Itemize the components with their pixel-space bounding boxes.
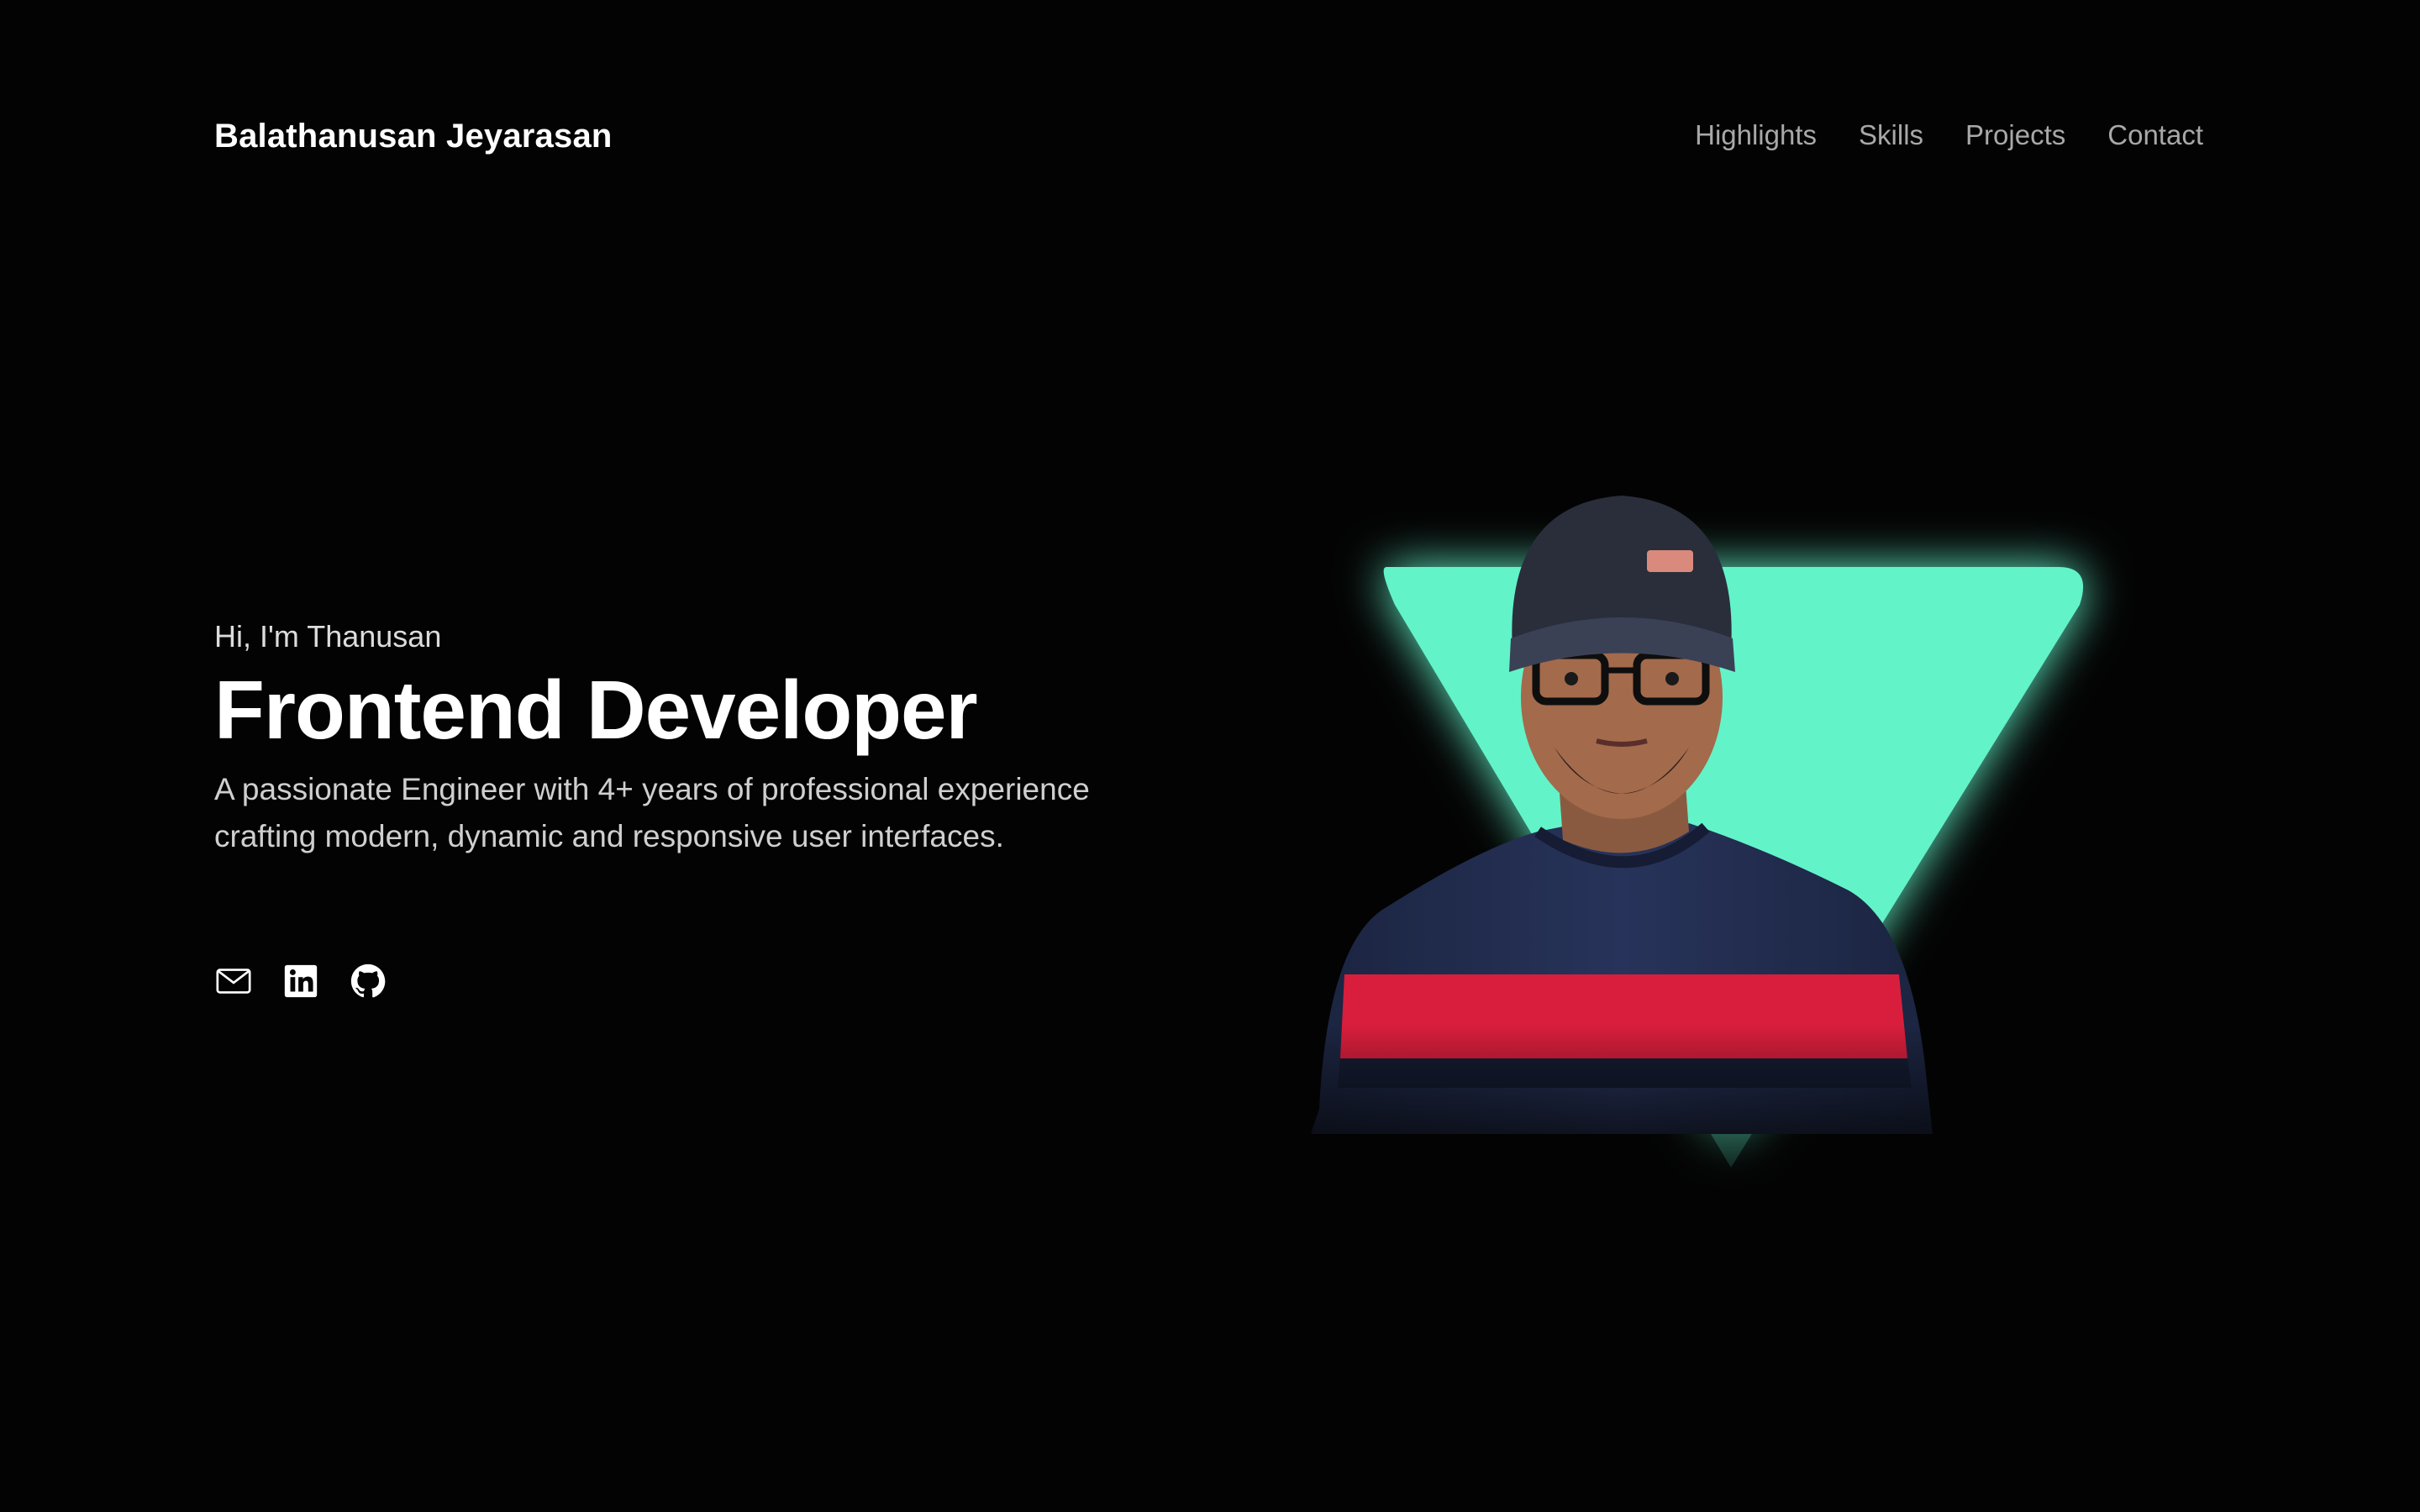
github-icon [350,963,386,998]
email-link[interactable] [214,962,253,1000]
linkedin-link[interactable] [281,962,320,1000]
nav-highlights[interactable]: Highlights [1695,119,1817,151]
hero-title: Frontend Developer [214,664,978,756]
brand-logo[interactable]: Balathanusan Jeyarasan [214,118,613,155]
hero-greeting: Hi, I'm Thanusan [214,619,442,654]
main-nav: Highlights Skills Projects Contact [1695,119,2203,151]
linkedin-icon [284,964,318,998]
nav-projects[interactable]: Projects [1965,119,2065,151]
hero-tagline: A passionate Engineer with 4+ years of p… [214,772,1090,853]
github-link[interactable] [349,962,387,1000]
page: Balathanusan Jeyarasan Highlights Skills… [0,0,2420,1512]
hero-section: Hi, I'm Thanusan Frontend Developer A pa… [214,613,1105,860]
mail-icon [216,969,251,994]
nav-skills[interactable]: Skills [1859,119,1923,151]
portrait-illustration [1260,496,2151,1193]
hero-portrait [1260,470,2151,1193]
nav-contact[interactable]: Contact [2107,119,2203,151]
social-links [214,962,387,1000]
